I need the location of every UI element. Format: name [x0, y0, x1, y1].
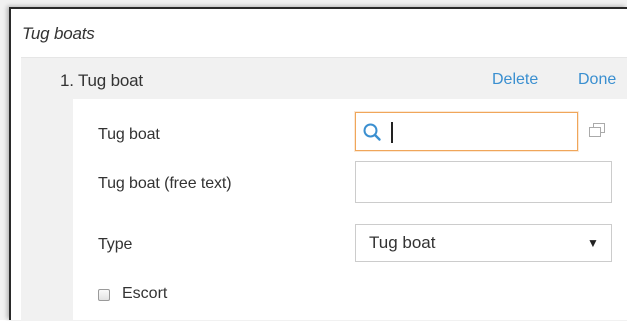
frame-left-edge [0, 0, 9, 320]
delete-link[interactable]: Delete [492, 71, 538, 89]
tug-boat-label: Tug boat [98, 126, 160, 143]
dropdown-arrow-icon: ▼ [587, 236, 599, 250]
item-header: 1. Tug boat [60, 71, 143, 90]
copy-icon[interactable] [589, 123, 605, 137]
text-cursor [391, 122, 393, 143]
tug-boat-free-text-input[interactable] [355, 161, 612, 203]
frame-top-edge [0, 0, 627, 7]
tug-boat-search-input[interactable] [355, 112, 578, 151]
type-select[interactable]: Tug boat ▼ [355, 224, 612, 262]
escort-label[interactable]: Escort [122, 285, 167, 303]
type-label: Type [98, 236, 133, 253]
tug-boat-free-text-label: Tug boat (free text) [98, 175, 232, 192]
escort-checkbox[interactable] [98, 289, 110, 301]
type-select-value: Tug boat [369, 233, 436, 252]
search-icon [363, 123, 381, 141]
dialog-frame: Tug boats 1. Tug boat Delete Done Tug bo… [0, 0, 627, 321]
done-link[interactable]: Done [578, 71, 616, 89]
section-title: Tug boats [22, 24, 95, 43]
